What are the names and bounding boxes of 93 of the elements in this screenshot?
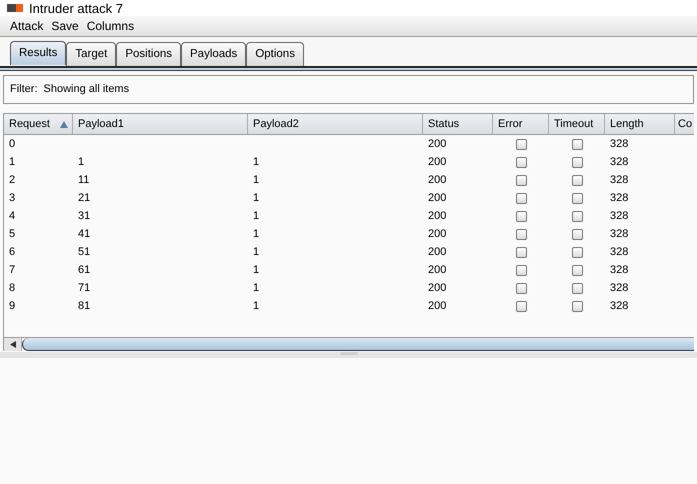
table-cell: 328 [610,228,628,240]
tab[interactable]: Target [66,42,116,66]
table-cell: 200 [428,192,446,204]
column-header[interactable]: Error [493,114,549,134]
table-cell: 81 [78,300,90,312]
table-cell: 31 [78,210,90,222]
checkbox[interactable] [516,174,526,186]
menu-item[interactable]: Columns [86,17,134,35]
menu-item[interactable]: Save [51,17,79,35]
split-handle[interactable] [340,352,358,355]
table-cell: 9 [9,300,16,312]
table-cell: 0 [9,138,16,150]
checkbox[interactable] [572,156,582,168]
table-cell: 2 [9,174,16,186]
table-cell: 328 [610,210,628,222]
table-cell: 71 [78,282,90,294]
table-cell: 200 [428,282,446,294]
checkbox[interactable] [516,138,526,150]
scrollbar-thumb[interactable] [22,338,694,351]
table-cell: 200 [428,264,446,276]
checkbox[interactable] [572,282,582,294]
checkbox[interactable] [516,156,526,168]
checkbox[interactable] [572,246,582,258]
column-header[interactable]: Status [423,114,493,134]
window-title: Intruder attack 7 [29,0,123,16]
table-cell: 328 [610,282,628,294]
table-cell: 5 [9,228,16,240]
checkbox[interactable] [516,228,526,240]
table-cell: 328 [610,246,628,258]
checkbox[interactable] [516,192,526,204]
scroll-left-button[interactable] [4,338,22,351]
table-cell: 200 [428,138,446,150]
table-cell: 200 [428,156,446,168]
table-cell: 1 [253,300,260,312]
checkbox[interactable] [572,192,582,204]
table-cell: 328 [610,156,628,168]
table-cell: 6 [9,246,16,258]
table-cell: 200 [428,228,446,240]
table-cell: 1 [253,156,260,168]
column-header[interactable]: Timeout [549,114,605,134]
column-header[interactable]: Request [4,114,73,134]
table-cell: 3 [9,192,16,204]
filter-label: Filter: [10,82,38,98]
table-cell: 7 [9,264,16,276]
checkbox[interactable] [572,228,582,240]
checkbox[interactable] [516,246,526,258]
table-cell: 8 [9,282,16,294]
table-cell: 1 [253,246,260,258]
column-header[interactable]: Payload2 [248,114,423,134]
table-cell: 328 [610,174,628,186]
table-cell: 41 [78,228,90,240]
table-cell: 11 [78,174,90,186]
table-cell: 1 [9,156,16,168]
column-label: Request [9,116,50,132]
checkbox[interactable] [516,264,526,276]
table-cell: 1 [78,156,84,168]
table-cell: 200 [428,300,446,312]
table-cell: 4 [9,210,16,222]
table-cell: 328 [610,300,628,312]
left-arrow-icon [10,341,16,348]
table-cell: 1 [253,174,260,186]
tab[interactable]: Options [246,42,304,66]
table-cell: 1 [253,210,260,222]
table-cell: 1 [253,192,260,204]
table-cell: 51 [78,246,90,258]
tab[interactable]: Results [10,41,66,65]
column-header[interactable]: Length [605,114,675,134]
column-header[interactable]: Payload1 [73,114,248,134]
checkbox[interactable] [516,210,526,222]
tab[interactable]: Positions [116,42,181,66]
table-cell: 1 [253,282,260,294]
table-cell: 1 [253,264,260,276]
table-cell: 328 [610,138,628,150]
menu-item[interactable]: Attack [10,17,44,35]
tab[interactable]: Payloads [181,42,246,66]
checkbox[interactable] [516,282,526,294]
table-cell: 61 [78,264,90,276]
column-header[interactable]: Co [675,114,694,134]
table-cell: 200 [428,174,446,186]
checkbox[interactable] [572,138,582,150]
filter-status[interactable]: Showing all items [44,81,130,98]
table-cell: 21 [78,192,90,204]
table-cell: 1 [253,228,260,240]
app-logo-icon [7,4,23,12]
table-cell: 328 [610,192,628,204]
table-cell: 200 [428,210,446,222]
checkbox[interactable] [516,300,526,312]
checkbox[interactable] [572,174,582,186]
checkbox[interactable] [572,210,582,222]
table-cell: 328 [610,264,628,276]
checkbox[interactable] [572,300,582,312]
table-cell: 200 [428,246,446,258]
checkbox[interactable] [572,264,582,276]
